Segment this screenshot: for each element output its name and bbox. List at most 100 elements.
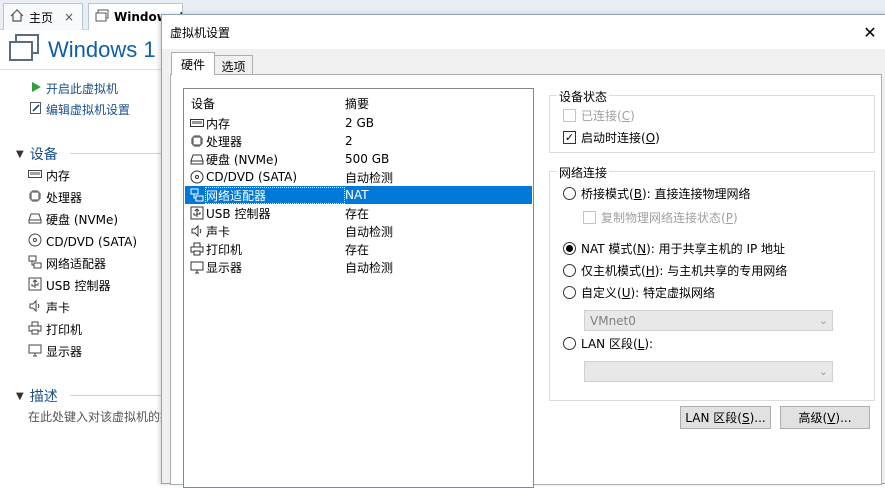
radio-button bbox=[563, 242, 576, 255]
device-summary-item[interactable]: 内存 bbox=[28, 167, 70, 184]
power-on-action[interactable]: 开启此虚拟机 bbox=[30, 80, 118, 97]
tab-home-label: 主页 bbox=[29, 10, 54, 25]
cdrom-icon bbox=[28, 233, 42, 250]
play-icon bbox=[30, 81, 42, 96]
edit-settings-icon bbox=[30, 102, 42, 117]
device-row[interactable]: 显示器 自动检测 bbox=[185, 258, 532, 276]
device-summary: 2 GB bbox=[345, 116, 374, 130]
nat-radio[interactable]: NAT 模式(N): 用于共享主机的 IP 地址 bbox=[563, 240, 785, 257]
device-name: 网络适配器 bbox=[205, 186, 345, 204]
advanced-button[interactable]: 高级(V)... bbox=[780, 406, 870, 429]
tab-options[interactable]: 选项 bbox=[214, 55, 253, 76]
collapse-icon: ▼ bbox=[16, 390, 24, 402]
divider bbox=[70, 395, 165, 396]
device-summary-label: 内存 bbox=[46, 169, 71, 183]
sound-icon bbox=[189, 223, 205, 239]
device-summary-label: 打印机 bbox=[46, 323, 83, 337]
device-summary-item[interactable]: 打印机 bbox=[28, 321, 82, 338]
device-name: 显示器 bbox=[206, 260, 243, 275]
device-row[interactable]: USB 控制器 存在 bbox=[185, 204, 532, 222]
lan-segments-button[interactable]: LAN 区段(S)... bbox=[680, 406, 771, 429]
device-list[interactable]: 设备 摘要 内存 2 GB 处理器 2 硬盘 (NVMe) 500 GB CD/DVD (S… bbox=[183, 88, 534, 488]
device-row[interactable]: 内存 2 GB bbox=[185, 114, 532, 132]
device-summary: NAT bbox=[345, 188, 369, 202]
edit-settings-action[interactable]: 编辑虚拟机设置 bbox=[30, 101, 130, 118]
column-header-device[interactable]: 设备 bbox=[191, 95, 215, 112]
device-summary: 自动检测 bbox=[345, 260, 394, 275]
device-row[interactable]: 打印机 存在 bbox=[185, 240, 532, 258]
cdrom-icon bbox=[189, 169, 205, 185]
network-connection-group: 网络连接 桥接模式(B): 直接连接物理网络 复制物理网络连接状态(P) NAT… bbox=[549, 164, 875, 401]
devices-section-header[interactable]: ▼ 设备 bbox=[16, 144, 58, 164]
description-placeholder[interactable]: 在此处键入对该虚拟机的描述。 bbox=[28, 408, 163, 425]
lan-segments-button-label: LAN 区段(S)... bbox=[685, 411, 766, 425]
device-name: 内存 bbox=[206, 116, 231, 131]
lan-segment-radio[interactable]: LAN 区段(L): bbox=[563, 335, 653, 352]
check-icon: ✓ bbox=[563, 131, 576, 144]
device-summary-item[interactable]: 处理器 bbox=[28, 189, 82, 206]
device-summary-item[interactable]: USB 控制器 bbox=[28, 277, 110, 294]
description-section-header[interactable]: ▼ 描述 bbox=[16, 386, 58, 406]
advanced-button-label: 高级(V)... bbox=[798, 411, 852, 425]
host-only-label: 仅主机模式(H): 与主机共享的专用网络 bbox=[581, 264, 788, 278]
device-row[interactable]: 网络适配器 NAT bbox=[185, 186, 532, 204]
device-row[interactable]: CD/DVD (SATA) 自动检测 bbox=[185, 168, 532, 186]
monitor-icon bbox=[189, 259, 205, 275]
bridged-label: 桥接模式(B): 直接连接物理网络 bbox=[581, 187, 751, 201]
connect-at-power-on-label: 启动时连接(O) bbox=[581, 131, 660, 145]
close-icon[interactable]: ✕ bbox=[855, 20, 885, 44]
device-name: 打印机 bbox=[206, 242, 243, 257]
memory-icon bbox=[28, 168, 42, 183]
close-icon[interactable]: × bbox=[64, 10, 74, 24]
devices-heading: 设备 bbox=[29, 147, 58, 163]
connected-label: 已连接(C) bbox=[581, 109, 635, 123]
device-summary-label: 声卡 bbox=[46, 301, 71, 315]
device-name: 声卡 bbox=[206, 224, 231, 239]
home-icon bbox=[10, 9, 24, 25]
radio-button bbox=[563, 264, 576, 277]
disk-icon bbox=[28, 212, 42, 227]
device-summary-item[interactable]: 网络适配器 bbox=[28, 255, 106, 272]
connected-checkbox[interactable]: 已连接(C) bbox=[563, 107, 635, 124]
device-summary-label: 处理器 bbox=[46, 191, 83, 205]
device-summary: 存在 bbox=[345, 206, 370, 221]
chevron-down-icon: ⌄ bbox=[818, 365, 828, 378]
usb-icon bbox=[189, 205, 205, 221]
vm-header: Windows 1 bbox=[0, 31, 165, 68]
device-name: USB 控制器 bbox=[206, 206, 271, 221]
network-icon bbox=[189, 187, 205, 203]
custom-radio[interactable]: 自定义(U): 特定虚拟网络 bbox=[563, 284, 715, 301]
cpu-icon bbox=[28, 189, 42, 206]
replicate-state-checkbox[interactable]: 复制物理网络连接状态(P) bbox=[583, 209, 738, 226]
tab-home[interactable]: 主页 × bbox=[3, 3, 83, 30]
device-summary-item[interactable]: CD/DVD (SATA) bbox=[28, 233, 137, 250]
device-row[interactable]: 硬盘 (NVMe) 500 GB bbox=[185, 150, 532, 168]
printer-icon bbox=[28, 321, 42, 338]
device-summary: 2 bbox=[345, 134, 353, 148]
tab-hardware-label: 硬件 bbox=[180, 57, 205, 72]
device-status-group: 设备状态 已连接(C) ✓ 启动时连接(O) bbox=[549, 88, 875, 153]
custom-network-select[interactable]: VMnet0 ⌄ bbox=[584, 310, 833, 331]
column-header-summary[interactable]: 摘要 bbox=[345, 95, 369, 112]
device-summary-item[interactable]: 声卡 bbox=[28, 299, 70, 316]
host-only-radio[interactable]: 仅主机模式(H): 与主机共享的专用网络 bbox=[563, 262, 787, 279]
sound-icon bbox=[28, 299, 42, 316]
device-summary-item[interactable]: 硬盘 (NVMe) bbox=[28, 211, 118, 228]
divider bbox=[0, 69, 165, 70]
tab-hardware[interactable]: 硬件 bbox=[171, 52, 215, 75]
tab-options-label: 选项 bbox=[221, 59, 246, 74]
device-summary-item[interactable]: 显示器 bbox=[28, 343, 82, 360]
connect-at-power-on-checkbox[interactable]: ✓ 启动时连接(O) bbox=[563, 129, 660, 146]
lan-segment-select[interactable]: ⌄ bbox=[584, 361, 833, 382]
device-summary-label: 硬盘 (NVMe) bbox=[46, 213, 119, 227]
device-row[interactable]: 声卡 自动检测 bbox=[185, 222, 532, 240]
device-row[interactable]: 处理器 2 bbox=[185, 132, 532, 150]
monitor-icon bbox=[28, 343, 42, 360]
device-summary-label: 显示器 bbox=[46, 345, 83, 359]
printer-icon bbox=[189, 241, 205, 257]
vm-settings-dialog: 虚拟机设置 ✕ 硬件 选项 设备 摘要 内存 2 GB 处理器 2 硬盘 (NVMe) 5… bbox=[161, 14, 885, 488]
bridged-radio[interactable]: 桥接模式(B): 直接连接物理网络 bbox=[563, 185, 751, 202]
device-name: CD/DVD (SATA) bbox=[206, 170, 298, 184]
device-name: 硬盘 (NVMe) bbox=[206, 152, 279, 167]
vm-icon bbox=[8, 34, 40, 65]
